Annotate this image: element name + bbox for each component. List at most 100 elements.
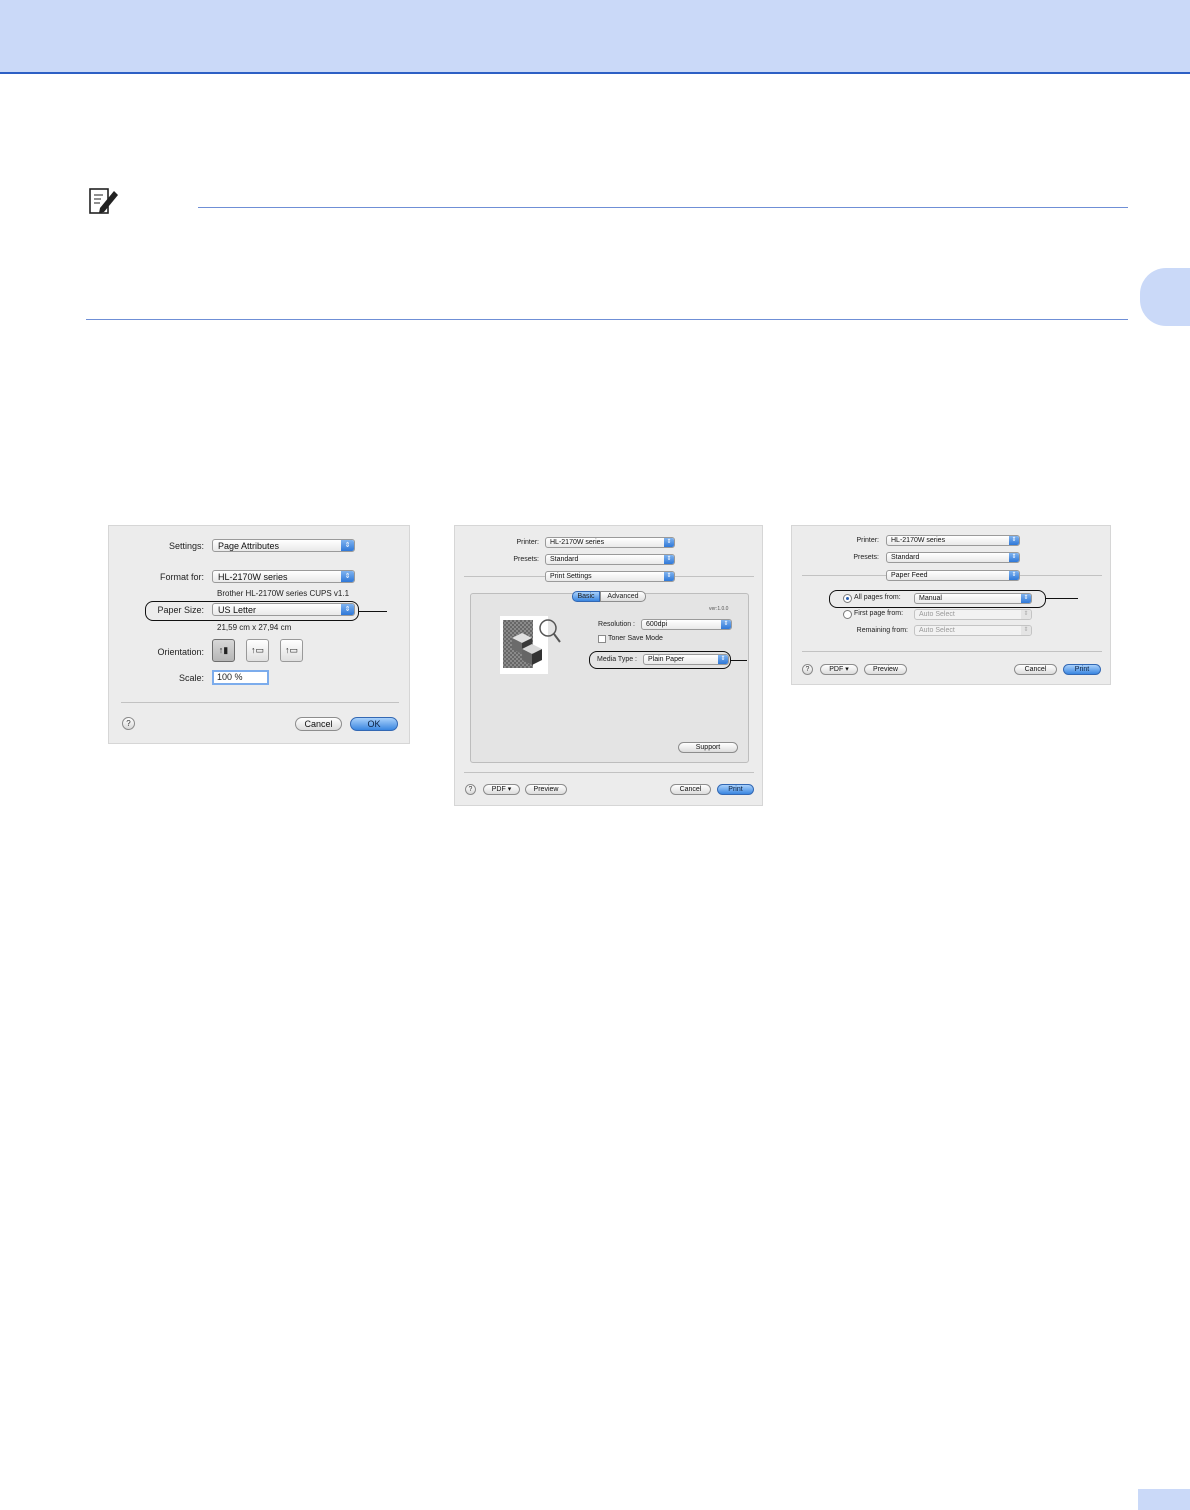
presets-popup[interactable]: Standard ⇕ — [545, 554, 675, 565]
preview-button[interactable]: Preview — [525, 784, 567, 795]
print-button[interactable]: Print — [717, 784, 754, 795]
pdf-button[interactable]: PDF ▾ — [483, 784, 520, 795]
popup-arrows-icon: ⇕ — [664, 555, 674, 564]
paper-size-label: Paper Size: — [157, 605, 204, 615]
page-setup-dialog: Settings: Page Attributes ⇕ Format for: … — [108, 525, 410, 744]
printer-value: HL-2170W series — [550, 539, 605, 546]
cancel-button[interactable]: Cancel — [670, 784, 711, 795]
presets-popup[interactable]: Standard ⇕ — [886, 552, 1020, 563]
panel-value: Paper Feed — [891, 572, 928, 579]
print-settings-dialog: Printer: HL-2170W series ⇕ Presets: Stan… — [454, 525, 763, 806]
first-page-value: Auto Select — [919, 611, 955, 618]
manual-page: Settings: Page Attributes ⇕ Format for: … — [0, 0, 1190, 1510]
popup-arrows-icon: ⇕ — [1009, 571, 1019, 580]
resolution-value: 600dpi — [646, 621, 668, 628]
presets-label: Presets: — [853, 554, 879, 561]
scale-label: Scale: — [178, 673, 204, 683]
toner-save-label: Toner Save Mode — [608, 635, 663, 642]
popup-arrows-icon: ⇕ — [664, 572, 674, 581]
support-button[interactable]: Support — [678, 742, 738, 753]
all-pages-popup[interactable]: Manual ⇕ — [914, 593, 1032, 604]
reverse-landscape-orientation-button[interactable]: ↑▭ — [280, 639, 303, 662]
panel-popup[interactable]: Print Settings ⇕ — [545, 571, 675, 582]
divider — [121, 702, 399, 703]
popup-arrows-icon: ⇕ — [1009, 553, 1019, 562]
printer-popup[interactable]: HL-2170W series ⇕ — [886, 535, 1020, 546]
format-description: Brother HL-2170W series CUPS v1.1 — [217, 589, 350, 598]
remaining-label: Remaining from: — [856, 627, 908, 634]
help-button[interactable]: ? — [465, 784, 476, 795]
popup-arrows-icon: ⇕ — [341, 540, 354, 551]
popup-arrows-icon: ⇕ — [1021, 594, 1031, 603]
header-band — [0, 0, 1190, 74]
ok-button[interactable]: OK — [350, 717, 398, 731]
paper-feed-dialog: Printer: HL-2170W series ⇕ Presets: Stan… — [791, 525, 1111, 685]
paper-size-value: US Letter — [218, 605, 257, 615]
tab-advanced[interactable]: Advanced — [600, 591, 646, 602]
popup-arrows-icon: ⇕ — [721, 620, 731, 629]
media-type-label: Media Type : — [597, 656, 637, 663]
format-label: Format for: — [159, 572, 204, 582]
remaining-popup[interactable]: Auto Select ⇕ — [914, 625, 1032, 636]
landscape-orientation-button[interactable]: ↑▭ — [246, 639, 269, 662]
cancel-button[interactable]: Cancel — [1014, 664, 1057, 675]
toner-save-checkbox[interactable] — [598, 635, 606, 643]
panel-value: Print Settings — [550, 573, 592, 580]
resolution-label: Resolution : — [598, 621, 635, 628]
preview-button[interactable]: Preview — [864, 664, 907, 675]
note-pencil-icon — [89, 188, 118, 214]
media-type-value: Plain Paper — [648, 656, 685, 663]
media-type-popup[interactable]: Plain Paper ⇕ — [643, 654, 729, 665]
help-button[interactable]: ? — [802, 664, 813, 675]
popup-arrows-icon: ⇕ — [1021, 610, 1031, 619]
panel-popup[interactable]: Paper Feed ⇕ — [886, 570, 1020, 581]
settings-label: Settings: — [168, 541, 204, 551]
all-pages-radio[interactable] — [843, 594, 852, 603]
divider — [464, 772, 754, 773]
first-page-popup[interactable]: Auto Select ⇕ — [914, 609, 1032, 620]
section-divider — [86, 319, 1128, 320]
settings-value: Page Attributes — [218, 541, 280, 551]
printer-value: HL-2170W series — [891, 537, 946, 544]
callout-leader — [1046, 598, 1078, 600]
callout-leader — [359, 611, 387, 613]
divider — [802, 651, 1102, 652]
pdf-button[interactable]: PDF ▾ — [820, 664, 858, 675]
remaining-value: Auto Select — [919, 627, 955, 634]
first-page-radio[interactable] — [843, 610, 852, 619]
paper-dimensions: 21,59 cm x 27,94 cm — [217, 623, 292, 632]
preview-image — [500, 616, 561, 674]
tab-basic[interactable]: Basic — [572, 591, 600, 602]
print-button[interactable]: Print — [1063, 664, 1101, 675]
all-pages-value: Manual — [919, 595, 942, 602]
popup-arrows-icon: ⇕ — [341, 604, 354, 615]
first-page-label: First page from: — [854, 610, 904, 617]
popup-arrows-icon: ⇕ — [341, 571, 354, 582]
printer-popup[interactable]: HL-2170W series ⇕ — [545, 537, 675, 548]
presets-value: Standard — [891, 554, 920, 561]
landscape-icon: ↑▭ — [250, 645, 264, 655]
cancel-button[interactable]: Cancel — [295, 717, 342, 731]
scale-input[interactable]: 100 % — [212, 670, 269, 685]
chapter-tab — [1140, 268, 1190, 326]
note-divider — [198, 207, 1128, 208]
help-button[interactable]: ? — [122, 717, 135, 730]
portrait-icon: ↑▮ — [218, 645, 229, 655]
presets-value: Standard — [550, 556, 579, 563]
resolution-popup[interactable]: 600dpi ⇕ — [641, 619, 732, 630]
callout-leader — [731, 660, 747, 662]
format-value: HL-2170W series — [218, 572, 288, 582]
printer-label: Printer: — [856, 537, 879, 544]
format-popup[interactable]: HL-2170W series ⇕ — [212, 570, 355, 583]
portrait-orientation-button[interactable]: ↑▮ — [212, 639, 235, 662]
popup-arrows-icon: ⇕ — [718, 655, 728, 664]
printer-label: Printer: — [516, 539, 539, 546]
presets-label: Presets: — [513, 556, 539, 563]
settings-popup[interactable]: Page Attributes ⇕ — [212, 539, 355, 552]
paper-size-popup[interactable]: US Letter ⇕ — [212, 603, 355, 616]
orientation-label: Orientation: — [157, 647, 204, 657]
reverse-landscape-icon: ↑▭ — [284, 645, 298, 655]
popup-arrows-icon: ⇕ — [1021, 626, 1031, 635]
popup-arrows-icon: ⇕ — [1009, 536, 1019, 545]
version-label: ver:1.0.0 — [709, 606, 729, 612]
